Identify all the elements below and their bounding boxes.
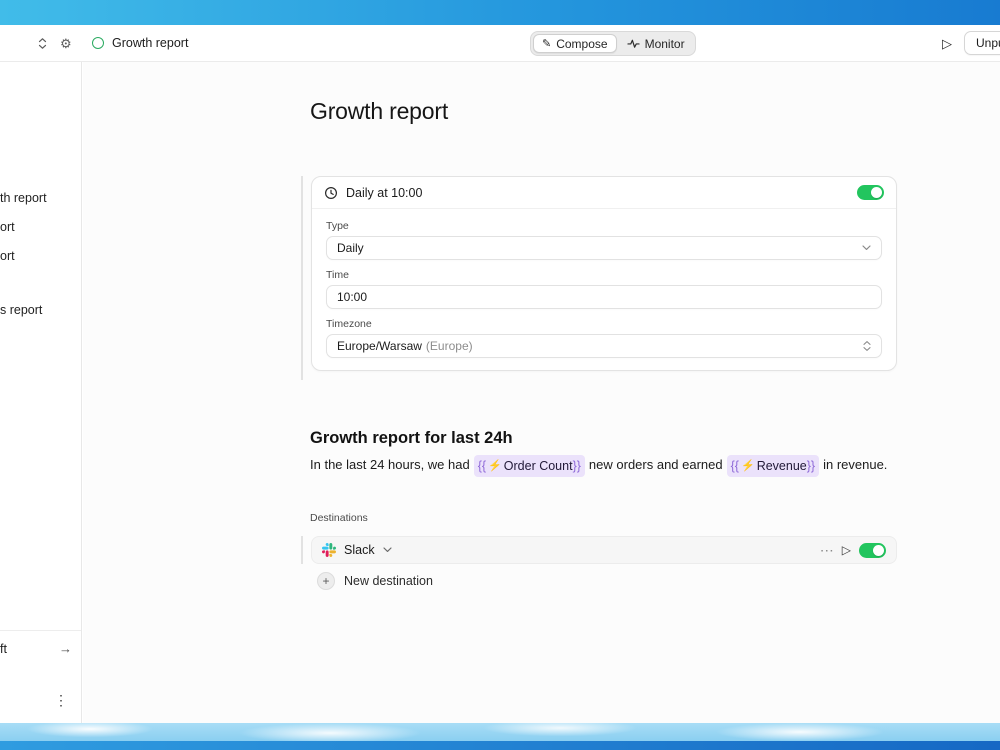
document-title[interactable]: Growth report bbox=[92, 25, 188, 61]
type-label: Type bbox=[326, 220, 349, 232]
bolt-icon: ⚡ bbox=[488, 460, 502, 472]
variable-chip-order-count[interactable]: {{⚡ Order Count}} bbox=[473, 455, 585, 477]
time-field bbox=[326, 285, 882, 309]
schedule-card: Daily at 10:00 Type Daily Time 10:00 Tim… bbox=[311, 176, 897, 371]
desktop-wallpaper-bottom bbox=[0, 723, 1000, 750]
schedule-title: Daily at 10:00 bbox=[346, 185, 423, 200]
slack-icon bbox=[322, 543, 336, 557]
chevron-down-icon bbox=[862, 245, 871, 251]
screen: ⚙ Growth report ✎ Compose Monitor ▷ Unp … bbox=[0, 0, 1000, 750]
settings-gear-icon[interactable]: ⚙ bbox=[60, 37, 72, 50]
pulse-icon bbox=[626, 38, 640, 49]
sidebar: th report ort ort s report ft → ⋮ bbox=[0, 62, 82, 723]
report-status-icon bbox=[92, 37, 104, 49]
schedule-card-body: Type Daily Time Timezone Europ bbox=[312, 209, 896, 370]
timezone-value: Europe/Warsaw bbox=[337, 339, 422, 353]
expand-collapse-icon[interactable] bbox=[37, 37, 48, 50]
report-body-heading[interactable]: Growth report for last 24h bbox=[310, 429, 513, 448]
time-label: Time bbox=[326, 269, 349, 281]
app-header: ⚙ Growth report ✎ Compose Monitor ▷ Unp bbox=[0, 25, 1000, 62]
report-body-paragraph[interactable]: In the last 24 hours, we had{{⚡ Order Cou… bbox=[310, 455, 970, 477]
sidebar-item-report-3[interactable]: ort bbox=[0, 249, 15, 263]
schedule-toggle[interactable] bbox=[857, 185, 884, 200]
sidebar-divider bbox=[0, 630, 81, 631]
tab-compose-label: Compose bbox=[556, 36, 608, 51]
sidebar-bottom-label: ft bbox=[0, 641, 7, 656]
pencil-icon: ✎ bbox=[542, 38, 552, 50]
plus-icon: + bbox=[317, 572, 335, 590]
variable-chip-revenue[interactable]: {{⚡ Revenue}} bbox=[726, 455, 820, 477]
destination-more-icon[interactable]: ⋯ bbox=[820, 543, 834, 557]
timezone-select[interactable]: Europe/Warsaw (Europe) bbox=[326, 334, 882, 358]
type-select[interactable]: Daily bbox=[326, 236, 882, 260]
arrow-right-icon: → bbox=[59, 641, 72, 656]
tab-monitor[interactable]: Monitor bbox=[619, 34, 693, 53]
destination-run-icon[interactable]: ▷ bbox=[842, 544, 851, 556]
type-value: Daily bbox=[337, 241, 364, 255]
step-connector-line bbox=[301, 176, 303, 380]
destination-name[interactable]: Slack bbox=[344, 543, 375, 557]
main-content: Growth report Daily at 10:00 Type Daily … bbox=[83, 62, 1000, 723]
sidebar-item-report-4[interactable]: s report bbox=[0, 303, 42, 317]
sidebar-item-report-2[interactable]: ort bbox=[0, 220, 15, 234]
taskbar-strip bbox=[0, 741, 1000, 750]
bolt-icon: ⚡ bbox=[740, 460, 755, 472]
paragraph-text: in revenue. bbox=[823, 457, 888, 472]
destinations-label: Destinations bbox=[310, 512, 368, 524]
new-destination-button[interactable]: + New destination bbox=[317, 572, 433, 590]
page-title[interactable]: Growth report bbox=[310, 98, 448, 125]
clock-icon bbox=[324, 186, 338, 200]
new-destination-label: New destination bbox=[344, 574, 433, 588]
chevron-down-icon[interactable] bbox=[382, 547, 392, 553]
run-play-icon[interactable]: ▷ bbox=[942, 37, 952, 50]
up-down-stepper-icon bbox=[863, 340, 871, 352]
mode-switcher: ✎ Compose Monitor bbox=[530, 31, 696, 56]
paragraph-text: In the last 24 hours, we had bbox=[310, 457, 470, 472]
desktop-wallpaper-top bbox=[0, 0, 1000, 25]
unpublish-button[interactable]: Unpublish bbox=[964, 31, 1000, 55]
timezone-suffix: (Europe) bbox=[425, 339, 473, 353]
sidebar-item-report-1[interactable]: th report bbox=[0, 191, 47, 205]
schedule-card-header: Daily at 10:00 bbox=[312, 177, 896, 209]
destination-toggle[interactable] bbox=[859, 542, 886, 558]
timezone-label: Timezone bbox=[326, 318, 372, 330]
sidebar-bottom-item[interactable]: ft → bbox=[0, 641, 72, 656]
step-connector-line bbox=[301, 536, 303, 564]
tab-compose[interactable]: ✎ Compose bbox=[533, 34, 617, 53]
destination-row-slack: Slack ⋯ ▷ bbox=[311, 536, 897, 564]
sidebar-overflow-menu-icon[interactable]: ⋮ bbox=[54, 692, 68, 709]
app-window: ⚙ Growth report ✎ Compose Monitor ▷ Unp … bbox=[0, 25, 1000, 723]
time-input[interactable] bbox=[337, 290, 871, 304]
paragraph-text: new orders and earned bbox=[588, 457, 723, 472]
header-report-title: Growth report bbox=[112, 36, 189, 50]
tab-monitor-label: Monitor bbox=[644, 36, 685, 51]
